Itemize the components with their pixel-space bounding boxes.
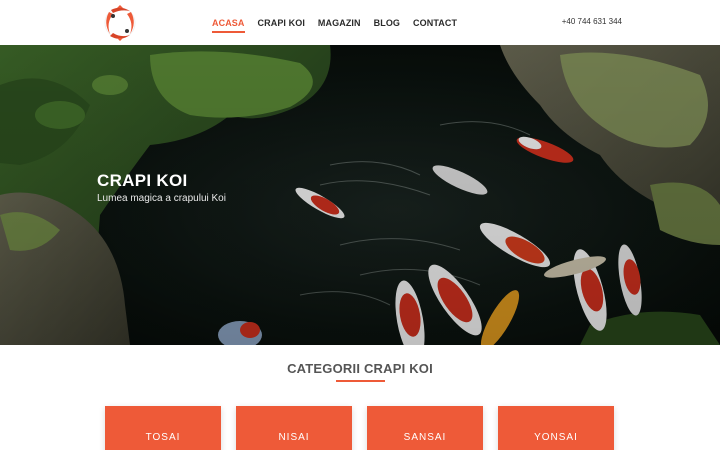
nav-item-contact[interactable]: CONTACT xyxy=(413,18,457,28)
category-card-yonsai[interactable]: YONSAI xyxy=(498,406,614,450)
category-card-label: YONSAI xyxy=(534,432,578,443)
category-card-label: NISAI xyxy=(278,432,310,443)
nav-item-crapi-koi[interactable]: CRAPI KOI xyxy=(258,18,305,28)
category-card-nisai[interactable]: NISAI xyxy=(236,406,352,450)
category-card-label: TOSAI xyxy=(145,432,181,443)
category-card-tosai[interactable]: TOSAI xyxy=(105,406,221,450)
main-nav: ACASA CRAPI KOI MAGAZIN BLOG CONTACT xyxy=(212,0,470,45)
nav-item-acasa[interactable]: ACASA xyxy=(212,18,245,33)
nav-item-blog[interactable]: BLOG xyxy=(374,18,400,28)
category-card-label: SANSAI xyxy=(403,432,447,443)
title-underline xyxy=(336,380,385,382)
hero-subtitle: Lumea magica a crapului Koi xyxy=(97,193,226,204)
koi-logo-icon[interactable] xyxy=(97,3,143,43)
category-card-sansai[interactable]: SANSAI xyxy=(367,406,483,450)
site-header: ACASA CRAPI KOI MAGAZIN BLOG CONTACT +40… xyxy=(0,0,720,45)
phone-number[interactable]: +40 744 631 344 xyxy=(562,17,622,26)
categories-title: CATEGORII CRAPI KOI xyxy=(287,361,433,376)
nav-item-magazin[interactable]: MAGAZIN xyxy=(318,18,361,28)
hero-banner: CRAPI KOI Lumea magica a crapului Koi xyxy=(0,45,720,345)
hero-title: CRAPI KOI xyxy=(97,171,188,190)
category-cards: TOSAI NISAI SANSAI YONSAI xyxy=(105,406,614,450)
